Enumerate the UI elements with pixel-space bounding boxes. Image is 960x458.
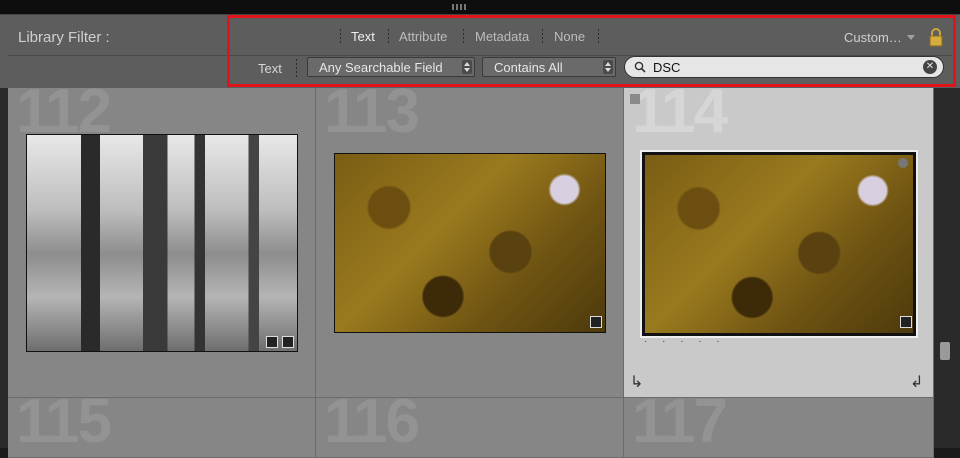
chevron-down-icon[interactable] [907,35,915,40]
photo-thumbnail-leaves[interactable] [334,153,606,333]
cell-index: 114 [632,88,728,146]
tab-separator [542,29,543,45]
metadata-badge-icon[interactable] [266,336,278,348]
select-arrows-icon [603,60,613,74]
quick-collection-icon[interactable] [898,158,908,168]
grid-cell-selected[interactable]: 114 · · · · · ↳ ↲ [624,88,934,398]
text-rule-label: Text [258,61,282,76]
rotate-right-icon[interactable]: ↲ [910,372,923,392]
tab-separator [598,29,599,45]
tab-separator [388,29,389,45]
tab-none[interactable]: None [554,29,585,44]
match-rule-select[interactable]: Contains All [482,57,616,77]
tab-attribute[interactable]: Attribute [399,29,447,44]
grid-scrollbar[interactable] [934,88,960,448]
clear-search-icon[interactable]: ✕ [923,60,937,74]
cell-index: 116 [324,398,420,456]
tab-metadata[interactable]: Metadata [475,29,529,44]
cell-index: 117 [632,398,728,456]
scrollbar-thumb[interactable] [940,342,950,360]
searchable-field-value: Any Searchable Field [319,60,443,75]
grid-cell[interactable]: 116 [316,398,624,458]
grid-cell[interactable]: 115 [8,398,316,458]
edit-badge-icon[interactable] [900,316,912,328]
panel-grip-icon[interactable] [452,4,468,10]
searchable-field-select[interactable]: Any Searchable Field [307,57,475,77]
match-rule-value: Contains All [494,60,563,75]
search-icon[interactable] [634,61,646,73]
tab-separator [340,29,341,45]
rotate-left-icon[interactable]: ↳ [630,372,643,392]
top-panel-strip [0,0,960,14]
rule-separator [296,59,297,77]
select-arrows-icon [462,60,472,74]
thumbnail-grid: 112 113 114 · · · · · ↳ ↲ 115 116 117 [0,88,960,458]
search-input[interactable] [653,58,915,76]
library-filter-bar: Library Filter : Text Attribute Metadata… [0,14,960,89]
rating-stars[interactable]: · · · · · [644,336,726,347]
lock-icon[interactable] [928,27,944,47]
edit-badge-icon[interactable] [282,336,294,348]
cell-index: 113 [324,88,420,146]
filter-preset-select[interactable]: Custom… [844,30,902,45]
tab-text[interactable]: Text [351,29,375,44]
cell-index: 115 [16,398,112,456]
grid-cell[interactable]: 112 [8,88,316,398]
library-filter-title: Library Filter : [18,29,110,46]
tab-separator [463,29,464,45]
grid-cell[interactable]: 113 [316,88,624,398]
photo-thumbnail-leaves-selected[interactable] [642,152,916,336]
flag-icon[interactable] [630,94,640,104]
edit-badge-icon[interactable] [590,316,602,328]
photo-thumbnail-forest[interactable] [26,134,298,352]
search-box[interactable]: ✕ [624,56,944,78]
grid-cell[interactable]: 117 [624,398,934,458]
